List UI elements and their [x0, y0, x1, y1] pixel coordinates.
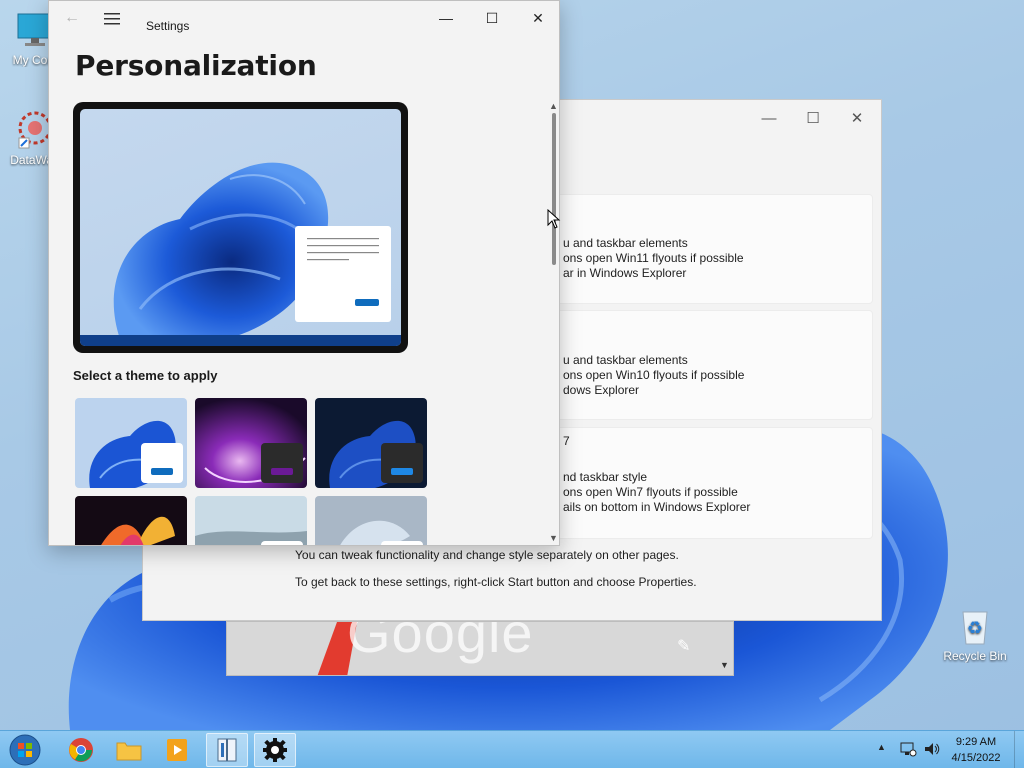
theme-thumbnail — [75, 398, 187, 488]
preview-dialog — [295, 226, 391, 322]
theme-thumbnail — [315, 398, 427, 488]
option-text: ons open Win11 flyouts if possible — [563, 251, 744, 265]
minimize-button[interactable]: — — [747, 104, 791, 132]
theme-windows-light[interactable] — [75, 398, 187, 488]
preview-screen — [80, 109, 401, 346]
desktop-icon-label: Recycle Bin — [943, 649, 1007, 663]
option-text: ails on bottom in Windows Explorer — [563, 500, 751, 514]
scroll-down-arrow[interactable]: ▼ — [549, 533, 558, 543]
windows-orb-icon — [9, 734, 41, 766]
option-text: ar in Windows Explorer — [563, 266, 687, 280]
page-title: Personalization — [75, 49, 317, 82]
clock-date: 4/15/2022 — [951, 752, 1001, 764]
info-note: You can tweak functionality and change s… — [295, 548, 679, 562]
maximize-button[interactable]: ☐ — [469, 1, 515, 35]
window-title: Settings — [146, 19, 190, 33]
gear-icon — [263, 738, 287, 762]
back-arrow-icon[interactable]: ← — [61, 9, 83, 29]
close-button[interactable]: ✕ — [835, 104, 879, 132]
option-text: nd taskbar style — [563, 470, 648, 484]
scroll-thumb[interactable] — [552, 113, 556, 265]
network-icon[interactable] — [899, 740, 917, 758]
taskbar-media-player[interactable] — [156, 733, 198, 767]
theme-preview — [73, 102, 408, 353]
google-logo: Google — [347, 621, 534, 664]
show-desktop-button[interactable] — [1014, 731, 1024, 768]
browser-window[interactable]: Google ✎ ▼ — [226, 621, 734, 676]
minimize-button[interactable]: — — [423, 1, 469, 35]
option-text: dows Explorer — [563, 383, 640, 397]
theme-thumbnail — [195, 398, 307, 488]
dialog-lines — [307, 238, 379, 306]
option-text: ons open Win10 flyouts if possible — [563, 368, 745, 382]
theme-flow[interactable] — [315, 496, 427, 545]
start-button[interactable] — [4, 733, 46, 767]
preview-taskbar — [80, 335, 401, 346]
theme-thumbnail — [195, 496, 307, 545]
info-note: To get back to these settings, right-cli… — [295, 575, 697, 589]
option-text: u and taskbar elements — [563, 353, 688, 367]
clock-time: 9:29 AM — [955, 736, 997, 748]
hamburger-menu-icon[interactable] — [101, 10, 123, 28]
section-label: Select a theme to apply — [73, 368, 218, 383]
taskbar-explorer[interactable] — [108, 733, 150, 767]
recycle-bin-icon: ♻ — [962, 611, 988, 645]
option-text: ons open Win7 flyouts if possible — [563, 485, 738, 499]
svg-text:♻: ♻ — [967, 618, 983, 639]
media-player-icon — [167, 739, 187, 761]
theme-captured-motion[interactable] — [75, 496, 187, 545]
close-button[interactable]: ✕ — [515, 1, 559, 35]
maximize-button[interactable]: ☐ — [791, 104, 835, 132]
pencil-icon[interactable]: ✎ — [677, 636, 690, 656]
theme-glow[interactable] — [195, 398, 307, 488]
taskbar-chrome[interactable] — [60, 733, 102, 767]
option-text: u and taskbar elements — [563, 236, 688, 250]
theme-sunrise[interactable] — [195, 496, 307, 545]
scroll-up-arrow[interactable]: ▲ — [549, 101, 558, 111]
show-hidden-icons-arrow[interactable]: ▲ — [877, 742, 886, 752]
scrollbar[interactable]: ▲ ▼ — [549, 101, 559, 545]
scroll-down-arrow[interactable]: ▼ — [720, 660, 729, 670]
theme-windows-dark[interactable] — [315, 398, 427, 488]
volume-icon[interactable] — [923, 740, 941, 758]
title-bar[interactable]: ← Settings — ☐ ✕ — [49, 1, 559, 37]
theme-thumbnail — [315, 496, 427, 545]
taskbar-settings[interactable] — [254, 733, 296, 767]
settings-window[interactable]: ← Settings — ☐ ✕ Personalization Select … — [48, 0, 560, 546]
desktop-icon-recycle-bin[interactable]: ♻ Recycle Bin — [940, 606, 1010, 663]
clock[interactable]: 9:29 AM 4/15/2022 — [941, 734, 1011, 766]
mouse-cursor-icon — [547, 209, 561, 229]
taskbar-startallback[interactable] — [206, 733, 248, 767]
startallback-icon — [217, 738, 237, 762]
folder-icon — [116, 742, 142, 761]
taskbar: ▲ 9:29 AM 4/15/2022 — [0, 730, 1024, 768]
option-heading: 7 — [563, 434, 570, 448]
chrome-icon — [69, 738, 93, 762]
theme-thumbnail — [75, 496, 187, 545]
